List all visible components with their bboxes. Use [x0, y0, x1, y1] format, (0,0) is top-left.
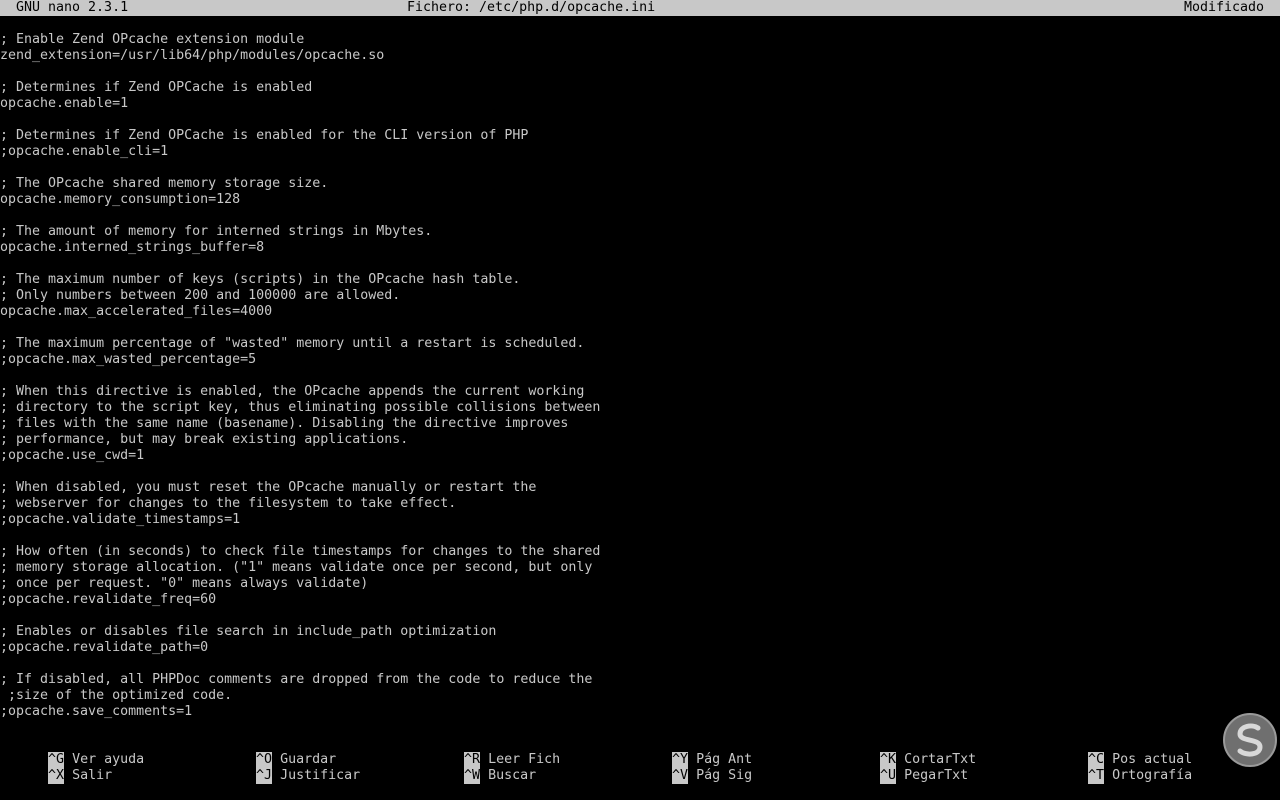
editor-line[interactable]: ; once per request. "0" means always val…: [0, 576, 1280, 592]
editor-line[interactable]: ; webserver for changes to the filesyste…: [0, 496, 1280, 512]
modified-status: Modificado: [1183, 0, 1264, 15]
shortcut-key: ^W: [464, 768, 481, 784]
editor-line[interactable]: ;opcache.revalidate_path=0: [0, 640, 1280, 656]
editor-line[interactable]: ; directory to the script key, thus elim…: [0, 400, 1280, 416]
editor-line[interactable]: ;opcache.revalidate_freq=60: [0, 592, 1280, 608]
editor-line[interactable]: ; performance, but may break existing ap…: [0, 432, 1280, 448]
editor-line[interactable]: [0, 464, 1280, 480]
editor-line[interactable]: ; The maximum number of keys (scripts) i…: [0, 272, 1280, 288]
shortcut-key: ^J: [256, 768, 273, 784]
editor-line[interactable]: ; Enables or disables file search in inc…: [0, 624, 1280, 640]
title-bar: GNU nano 2.3.1 Fichero: /etc/php.d/opcac…: [0, 0, 1280, 16]
editor-line[interactable]: [0, 368, 1280, 384]
shortcut-paste-text[interactable]: ^U PegarTxt: [832, 752, 968, 800]
editor-line[interactable]: ;opcache.enable_cli=1: [0, 144, 1280, 160]
editor-line[interactable]: ; Determines if Zend OPCache is enabled …: [0, 128, 1280, 144]
shortcut-label: Pág Sig: [696, 768, 753, 783]
editor-line[interactable]: ; If disabled, all PHPDoc comments are d…: [0, 672, 1280, 688]
shortcut-key: ^X: [48, 768, 65, 784]
editor-line[interactable]: [0, 64, 1280, 80]
editor-line[interactable]: [0, 112, 1280, 128]
editor-line[interactable]: ; Only numbers between 200 and 100000 ar…: [0, 288, 1280, 304]
editor-line[interactable]: ;size of the optimized code.: [0, 688, 1280, 704]
editor-line[interactable]: ; Determines if Zend OPCache is enabled: [0, 80, 1280, 96]
shortcut-search[interactable]: ^W Buscar: [416, 752, 536, 800]
editor-line[interactable]: opcache.enable=1: [0, 96, 1280, 112]
shortcut-bar: ^G Ver ayuda ^O Guardar ^R Leer Fich ^Y Pág …: [0, 736, 1280, 784]
file-name: Fichero: /etc/php.d/opcache.ini: [407, 0, 656, 15]
editor-line[interactable]: opcache.max_accelerated_files=4000: [0, 304, 1280, 320]
editor-line[interactable]: ; When disabled, you must reset the OPca…: [0, 480, 1280, 496]
solvetic-logo-icon: [1222, 712, 1278, 768]
shortcut-label: Buscar: [488, 768, 537, 783]
shortcut-label: Ortografía: [1112, 768, 1193, 783]
editor-line[interactable]: [0, 208, 1280, 224]
editor-line[interactable]: ; The OPcache shared memory storage size…: [0, 176, 1280, 192]
shortcut-key: ^U: [880, 768, 897, 784]
editor-line[interactable]: ;opcache.validate_timestamps=1: [0, 512, 1280, 528]
shortcut-row-2: ^X Salir ^J Justificar ^W Buscar ^V Pág Sig …: [0, 752, 1280, 784]
editor-line[interactable]: ;opcache.save_comments=1: [0, 704, 1280, 720]
editor-line[interactable]: [0, 160, 1280, 176]
shortcut-exit[interactable]: ^X Salir: [0, 752, 112, 800]
editor-line[interactable]: ; The amount of memory for interned stri…: [0, 224, 1280, 240]
editor-line[interactable]: opcache.memory_consumption=128: [0, 192, 1280, 208]
editor-line[interactable]: [0, 656, 1280, 672]
shortcut-key: ^V: [672, 768, 689, 784]
editor-line[interactable]: ;opcache.max_wasted_percentage=5: [0, 352, 1280, 368]
editor-line[interactable]: ; files with the same name (basename). D…: [0, 416, 1280, 432]
editor-line[interactable]: zend_extension=/usr/lib64/php/modules/op…: [0, 48, 1280, 64]
editor-line[interactable]: ; Enable Zend OPcache extension module: [0, 32, 1280, 48]
editor-line[interactable]: ; When this directive is enabled, the OP…: [0, 384, 1280, 400]
shortcut-key: ^T: [1088, 768, 1105, 784]
editor-line[interactable]: ; How often (in seconds) to check file t…: [0, 544, 1280, 560]
shortcut-row-1: ^G Ver ayuda ^O Guardar ^R Leer Fich ^Y Pág …: [0, 736, 1280, 768]
editor-line[interactable]: [0, 256, 1280, 272]
editor-line[interactable]: [0, 528, 1280, 544]
shortcut-justify[interactable]: ^J Justificar: [208, 752, 360, 800]
editor-line[interactable]: [0, 608, 1280, 624]
app-version: GNU nano 2.3.1: [16, 0, 129, 15]
editor-line[interactable]: [0, 320, 1280, 336]
editor-line[interactable]: ; The maximum percentage of "wasted" mem…: [0, 336, 1280, 352]
shortcut-next-page[interactable]: ^V Pág Sig: [624, 752, 752, 800]
editor-line[interactable]: ;opcache.use_cwd=1: [0, 448, 1280, 464]
shortcut-label: Justificar: [280, 768, 361, 783]
editor-area[interactable]: ; Enable Zend OPcache extension module ze…: [0, 32, 1280, 720]
shortcut-label: PegarTxt: [904, 768, 969, 783]
shortcut-label: Salir: [72, 768, 113, 783]
editor-line[interactable]: opcache.interned_strings_buffer=8: [0, 240, 1280, 256]
editor-line[interactable]: ; memory storage allocation. ("1" means …: [0, 560, 1280, 576]
shortcut-spellcheck[interactable]: ^T Ortografía: [1040, 752, 1192, 800]
